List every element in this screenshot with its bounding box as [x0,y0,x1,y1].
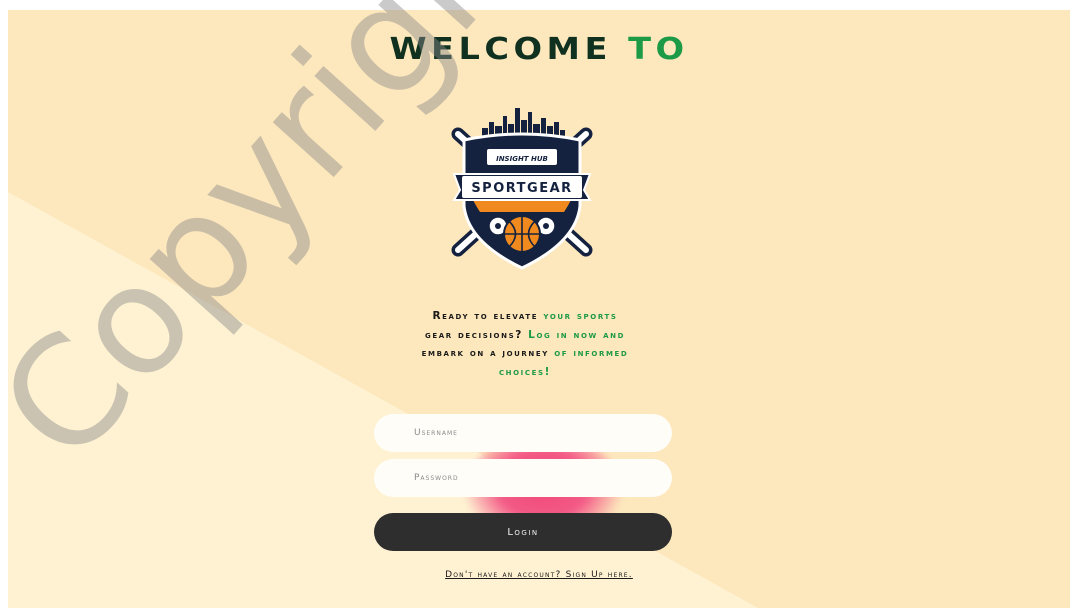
basketball-icon [503,215,541,253]
logo-top-text: INSIGHT HUB [496,155,548,163]
tagline-highlight: choices! [498,365,552,378]
page-title: WELCOME TO [8,32,1070,67]
tagline-highlight: Log in now and [528,328,625,341]
login-page: WELCOME TO INSIGHT HUB SPORTGEAR Ready t… [8,10,1070,608]
tagline-part: Ready to elevate [432,310,544,322]
title-word-to: TO [628,32,689,67]
title-word-welcome: WELCOME [389,32,612,67]
username-input[interactable] [374,414,672,452]
tagline-highlight: of informed [554,347,629,359]
login-button[interactable]: Login [374,513,672,551]
tagline-part: gear decisions? [424,328,529,341]
logo-main-text: SPORTGEAR [471,181,572,196]
tagline-part: embark on a journey [421,347,555,359]
tagline: Ready to elevate your sports gear decisio… [370,307,680,381]
signup-link[interactable]: Don't have an account? Sign Up here. [8,570,1070,580]
password-input[interactable] [374,459,672,497]
tagline-highlight: your sports [543,310,618,322]
sportgear-logo: INSIGHT HUB SPORTGEAR [451,108,593,270]
